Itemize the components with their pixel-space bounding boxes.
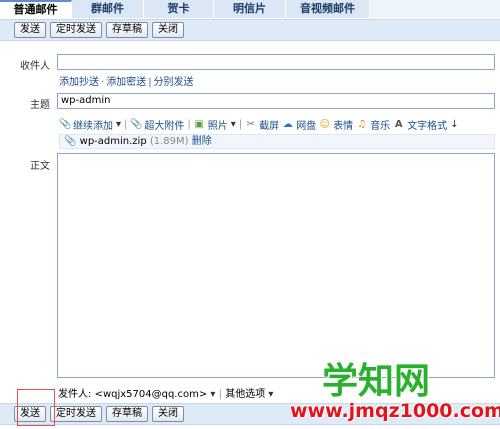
tab-group-mail[interactable]: 群邮件 [72,0,144,18]
emoticon-button[interactable]: 表情 [333,117,353,132]
subject-input[interactable]: wp-admin [57,93,495,109]
watermark-url: www.jmqz1000.com [290,400,500,422]
super-attachment-button[interactable]: 超大附件 [144,117,184,132]
chevron-down-icon[interactable]: ▾ [268,389,273,400]
photo-button[interactable]: 照片 [208,117,228,132]
tab-greeting-card[interactable]: 贺卡 [144,0,214,18]
save-draft-button[interactable]: 存草稿 [106,406,148,422]
music-button[interactable]: 音乐 [370,117,390,132]
screenshot-icon: ✂ [246,119,255,130]
sender-select[interactable]: <wqjx5704@qq.com> [95,389,208,400]
chevron-down-icon[interactable]: ▾ [231,119,236,130]
netdisk-button[interactable]: 网盘 [296,117,316,132]
save-draft-button[interactable]: 存草稿 [106,22,148,38]
add-more-attachment-button[interactable]: 继续添加 [73,117,113,132]
timed-send-button[interactable]: 定时发送 [50,22,102,38]
body-label: 正文 [30,161,50,172]
send-button[interactable]: 发送 [14,22,46,38]
sender-row: 发件人: <wqjx5704@qq.com> ▾ | 其他选项 ▾ [58,389,274,400]
netdisk-icon: ☁ [282,119,293,130]
super-attachment-icon: 📎 [130,119,143,130]
emoticon-icon: ☺ [319,119,330,130]
tab-postcard[interactable]: 明信片 [214,0,286,18]
watermark-title: 学知网 [322,361,431,402]
add-bcc-link[interactable]: 添加密送 [106,77,146,88]
compose-tabs: 普通邮件 群邮件 贺卡 明信片 音视频邮件 [0,0,500,18]
screenshot-button[interactable]: 截屏 [259,117,279,132]
separate-send-link[interactable]: 分别发送 [154,77,194,88]
top-toolbar: 发送 定时发送 存草稿 关闭 [0,19,500,41]
recipient-label: 收件人 [20,61,50,72]
attachment-delete-link[interactable]: 删除 [192,136,212,147]
body-editor[interactable] [57,153,495,378]
tab-av-mail[interactable]: 音视频邮件 [286,0,370,18]
text-format-button[interactable]: 文字格式 [407,117,447,132]
timed-send-button[interactable]: 定时发送 [50,406,102,422]
paperclip-icon: 📎 [64,136,77,147]
close-button[interactable]: 关闭 [152,406,184,422]
subject-label: 主题 [30,100,50,111]
photo-icon: ▣ [194,119,204,130]
recipient-input[interactable] [57,54,495,70]
chevron-down-icon[interactable]: ▾ [210,389,215,400]
attachment-item: 📎 wp-admin.zip (1.89M) 删除 [59,134,495,149]
close-button[interactable]: 关闭 [152,22,184,38]
attachment-toolbar: 📎 继续添加 ▾ | 📎 超大附件 | ▣ 照片 ▾ | ✂ 截屏 ☁ 网盘 ☺… [59,117,459,132]
attachment-size: (1.89M) [149,136,189,147]
sender-label: 发件人: [58,389,92,400]
subject-value: wp-admin [61,95,111,106]
paperclip-icon: 📎 [59,119,72,130]
music-icon: ♫ [357,119,367,130]
tab-normal-mail[interactable]: 普通邮件 [0,0,72,18]
text-format-icon: A [394,119,403,130]
recipient-links: 添加抄送 · 添加密送 | 分别发送 [59,77,194,88]
attachment-filename[interactable]: wp-admin.zip [80,136,147,147]
add-cc-link[interactable]: 添加抄送 [59,77,99,88]
arrow-down-icon[interactable]: ↓ [450,119,458,130]
highlight-box [17,389,55,426]
other-options-link[interactable]: 其他选项 [225,389,265,400]
chevron-down-icon[interactable]: ▾ [116,119,121,130]
